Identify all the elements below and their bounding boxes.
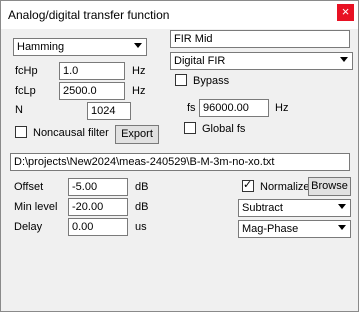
file-path-input[interactable]: D:\projects\New2024\meas-240529\B-M-3m-n… (10, 153, 350, 171)
noncausal-label: Noncausal filter (33, 127, 109, 139)
filter-name-input[interactable]: FIR Mid (170, 30, 350, 48)
fchp-input[interactable]: 1.0 (59, 62, 125, 80)
window-type-select[interactable]: Hamming (13, 38, 147, 56)
fs-input[interactable]: 96000.00 (199, 99, 269, 117)
min-level-label: Min level (14, 201, 58, 213)
noncausal-checkbox-box (15, 126, 27, 138)
offset-input[interactable]: -5.00 (68, 178, 128, 196)
delay-input[interactable]: 0.00 (68, 218, 128, 236)
bypass-checkbox[interactable]: Bypass (175, 74, 229, 87)
chevron-down-icon (338, 225, 346, 230)
n-input[interactable]: 1024 (87, 102, 131, 120)
title-bar: Analog/digital transfer function × (1, 1, 358, 29)
mode-value: Subtract (242, 202, 283, 214)
close-button[interactable]: × (337, 4, 354, 21)
global-fs-label: Global fs (202, 123, 246, 135)
offset-label: Offset (14, 181, 44, 193)
global-fs-checkbox[interactable]: Global fs (184, 122, 245, 135)
fchp-unit: Hz (132, 65, 146, 77)
filter-type-select[interactable]: Digital FIR (170, 52, 353, 70)
n-label: N (15, 104, 23, 116)
normalize-checkbox-box (242, 178, 254, 192)
fclp-label: fcLp (15, 85, 36, 97)
min-level-input[interactable]: -20.00 (68, 198, 128, 216)
fclp-input[interactable]: 2500.0 (59, 82, 125, 100)
chevron-down-icon (338, 204, 346, 209)
delay-unit: us (135, 221, 147, 233)
delay-label: Delay (14, 221, 43, 233)
min-level-unit: dB (135, 201, 149, 213)
fchp-label: fcHp (15, 65, 38, 77)
export-button[interactable]: Export (115, 125, 159, 144)
window-title: Analog/digital transfer function (8, 8, 170, 22)
bypass-label: Bypass (193, 75, 230, 87)
fclp-unit: Hz (132, 85, 146, 97)
normalize-checkbox[interactable]: Normalize (242, 178, 310, 193)
bypass-checkbox-box (175, 74, 187, 86)
browse-button[interactable]: Browse (308, 177, 351, 196)
display-value: Mag-Phase (242, 223, 299, 235)
normalize-label: Normalize (260, 181, 310, 193)
chevron-down-icon (134, 43, 142, 48)
window-type-value: Hamming (17, 41, 65, 53)
chevron-down-icon (340, 57, 348, 62)
global-fs-checkbox-box (184, 122, 196, 134)
fs-label: fs (187, 102, 196, 114)
filter-type-value: Digital FIR (174, 55, 226, 67)
fs-unit: Hz (275, 102, 289, 114)
mode-select[interactable]: Subtract (238, 199, 351, 217)
noncausal-checkbox[interactable]: Noncausal filter (15, 126, 109, 139)
display-select[interactable]: Mag-Phase (238, 220, 351, 238)
dialog-window: Analog/digital transfer function × Hammi… (0, 0, 359, 312)
offset-unit: dB (135, 181, 149, 193)
